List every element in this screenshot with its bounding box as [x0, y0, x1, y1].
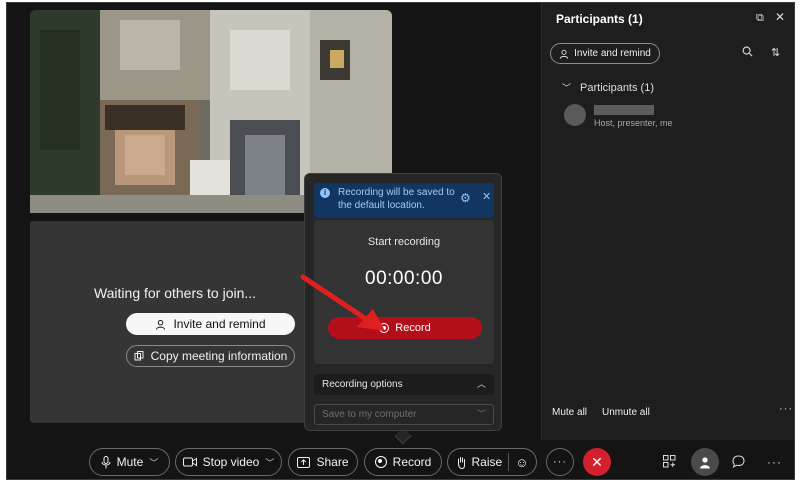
waiting-tile: Waiting for others to join... Invite and… — [30, 221, 320, 423]
save-location-value: Save to my computer — [322, 409, 417, 420]
hand-icon — [457, 456, 465, 469]
share-label: Share — [316, 455, 349, 469]
recording-options-label: Recording options — [322, 379, 403, 390]
sort-icon[interactable]: ⇅ — [771, 46, 780, 59]
copy-meeting-info-label: Copy meeting information — [150, 349, 288, 363]
search-icon[interactable] — [742, 46, 753, 60]
close-icon[interactable]: ✕ — [482, 191, 491, 203]
share-button[interactable]: Share — [288, 448, 358, 476]
apps-icon[interactable] — [663, 455, 676, 471]
reactions-icon[interactable]: ☺ — [515, 455, 528, 470]
participants-icon — [699, 456, 710, 468]
copy-meeting-info-button[interactable]: Copy meeting information — [126, 345, 295, 367]
record-label: Record — [392, 455, 432, 469]
mute-all-button[interactable]: Mute all — [552, 407, 587, 418]
participants-group-header[interactable]: ﹀ Participants (1) — [562, 81, 654, 94]
chat-icon[interactable] — [732, 455, 745, 471]
leave-meeting-button[interactable]: ✕ — [583, 448, 611, 476]
invite-and-remind-label: Invite and remind — [173, 317, 266, 331]
start-recording-title: Start recording — [367, 236, 441, 248]
participant-role: Host, presenter, me — [594, 118, 673, 128]
recording-info-text: Recording will be saved to the default l… — [338, 187, 455, 211]
participants-group-label: Participants (1) — [580, 81, 654, 94]
close-icon[interactable]: ✕ — [775, 10, 785, 24]
raise-label: Raise — [471, 455, 503, 469]
more-icon[interactable]: ··· — [767, 455, 782, 469]
participants-panel-title: Participants (1) — [556, 12, 643, 26]
raise-hand-group: Raise ☺ — [447, 448, 537, 476]
recording-info-banner: i Recording will be saved to the default… — [314, 183, 494, 218]
save-location-select[interactable]: Save to my computer ﹀ — [314, 404, 494, 425]
toolbar-divider — [508, 453, 510, 471]
chevron-down-icon[interactable]: ﹀ — [149, 456, 158, 469]
close-icon: ✕ — [591, 453, 603, 470]
video-camera-icon — [182, 457, 197, 467]
user-icon — [559, 49, 569, 59]
mute-button[interactable]: Mute ﹀ — [89, 448, 170, 476]
chevron-down-icon: ﹀ — [562, 83, 572, 93]
record-icon — [374, 456, 387, 468]
share-screen-icon — [297, 456, 311, 468]
participant-name-redacted — [594, 105, 654, 115]
copy-icon — [134, 351, 144, 361]
panel-invite-button[interactable]: Invite and remind — [550, 43, 660, 64]
mute-label: Mute — [116, 455, 144, 469]
chevron-down-icon[interactable]: ﹀ — [265, 456, 274, 469]
start-record-label: Record — [395, 322, 431, 334]
stop-video-label: Stop video — [202, 455, 260, 469]
meeting-window: Waiting for others to join... Invite and… — [6, 2, 795, 480]
popout-icon[interactable]: ⧉ — [756, 12, 764, 25]
participants-panel: Participants (1) ⧉ ✕ Invite and remind ⇅… — [541, 3, 794, 440]
more-options-button[interactable]: ··· — [546, 448, 574, 476]
user-icon — [156, 319, 166, 330]
more-options-icon[interactable]: ··· — [779, 403, 793, 415]
chevron-up-icon: ︿ — [476, 379, 486, 389]
chevron-down-icon: ﹀ — [476, 409, 486, 419]
recording-options-header[interactable]: Recording options ︿ — [314, 374, 494, 395]
raise-hand-button[interactable]: Raise — [456, 455, 503, 469]
red-arrow-annotation — [300, 274, 385, 331]
record-button[interactable]: Record — [364, 448, 442, 476]
gear-icon[interactable]: ⚙ — [460, 192, 471, 204]
unmute-all-button[interactable]: Unmute all — [602, 407, 650, 418]
more-options-icon: ··· — [553, 456, 567, 468]
info-icon: i — [320, 188, 330, 198]
invite-and-remind-button[interactable]: Invite and remind — [126, 313, 295, 335]
waiting-message: Waiting for others to join... — [93, 285, 257, 301]
microphone-icon — [101, 455, 111, 468]
participants-button[interactable] — [691, 448, 719, 476]
panel-invite-label: Invite and remind — [574, 48, 651, 59]
avatar[interactable] — [564, 104, 586, 126]
stop-video-button[interactable]: Stop video ﹀ — [175, 448, 282, 476]
